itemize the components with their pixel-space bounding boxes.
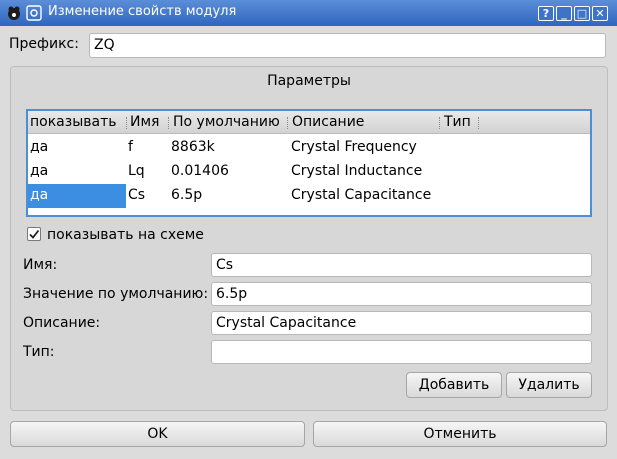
default-value-label: Значение по умолчанию:	[23, 286, 209, 302]
type-input[interactable]	[211, 340, 592, 364]
close-icon: ✕	[595, 7, 605, 20]
cell-show: да	[30, 139, 49, 155]
help-button[interactable]: ?	[538, 6, 554, 21]
column-divider[interactable]	[168, 117, 171, 129]
close-button[interactable]: ✕	[592, 6, 608, 21]
cell-default: 0.01406	[171, 163, 229, 179]
cell-default: 6.5p	[171, 187, 203, 203]
column-header-name[interactable]: Имя	[130, 114, 159, 130]
parameters-table[interactable]: показывать Имя По умолчанию Описание Тип…	[26, 109, 592, 217]
maximize-icon: □	[576, 7, 588, 20]
description-label: Описание:	[23, 315, 101, 331]
column-header-type[interactable]: Тип	[444, 114, 471, 130]
ok-button[interactable]: OK	[10, 421, 305, 447]
table-row-selected[interactable]: да Cs 6.5p Crystal Capacitance	[28, 184, 590, 208]
window-title: Изменение свойств модуля	[48, 4, 237, 19]
remove-button[interactable]: Удалить	[506, 372, 592, 398]
cell-description: Crystal Frequency	[291, 139, 417, 155]
table-row[interactable]: да f 8863k Crystal Frequency	[28, 136, 590, 160]
checkmark-icon	[29, 229, 40, 239]
minimize-icon: _	[561, 7, 567, 20]
cell-show: да	[30, 187, 49, 203]
cell-description: Crystal Capacitance	[291, 187, 432, 203]
cell-name: f	[128, 139, 133, 155]
maximize-button[interactable]: □	[574, 6, 590, 21]
show-on-schematic-checkbox[interactable]	[27, 227, 41, 241]
cell-description: Crystal Inductance	[291, 163, 423, 179]
add-button[interactable]: Добавить	[406, 372, 502, 398]
column-header-description[interactable]: Описание	[292, 114, 364, 130]
column-header-show[interactable]: показывать	[30, 114, 117, 130]
column-divider[interactable]	[287, 117, 290, 129]
help-icon: ?	[542, 7, 550, 20]
cell-name: Cs	[128, 187, 146, 203]
cell-default: 8863k	[171, 139, 215, 155]
table-row[interactable]: да Lq 0.01406 Crystal Inductance	[28, 160, 590, 184]
title-bar[interactable]: Изменение свойств модуля ? _ □ ✕	[0, 0, 617, 26]
name-input[interactable]: Cs	[211, 253, 592, 277]
column-divider[interactable]	[478, 117, 481, 129]
parameters-title: Параметры	[267, 73, 351, 89]
column-header-default[interactable]: По умолчанию	[173, 114, 280, 130]
show-on-schematic-label[interactable]: показывать на схеме	[47, 227, 204, 243]
table-header: показывать Имя По умолчанию Описание Тип	[28, 111, 590, 134]
cell-name: Lq	[128, 163, 145, 179]
cancel-button[interactable]: Отменить	[313, 421, 607, 447]
cell-show: да	[30, 163, 49, 179]
app-logo-icon	[8, 6, 20, 20]
prefix-label: Префикс:	[9, 36, 79, 52]
default-value-input[interactable]: 6.5p	[211, 282, 592, 306]
description-input[interactable]: Crystal Capacitance	[211, 311, 592, 335]
window-menu-icon[interactable]	[26, 5, 42, 21]
minimize-button[interactable]: _	[556, 6, 572, 21]
prefix-input[interactable]: ZQ	[89, 33, 606, 58]
column-divider[interactable]	[439, 117, 442, 129]
name-label: Имя:	[23, 257, 58, 273]
type-label: Тип:	[23, 344, 55, 360]
column-divider[interactable]	[126, 117, 129, 129]
